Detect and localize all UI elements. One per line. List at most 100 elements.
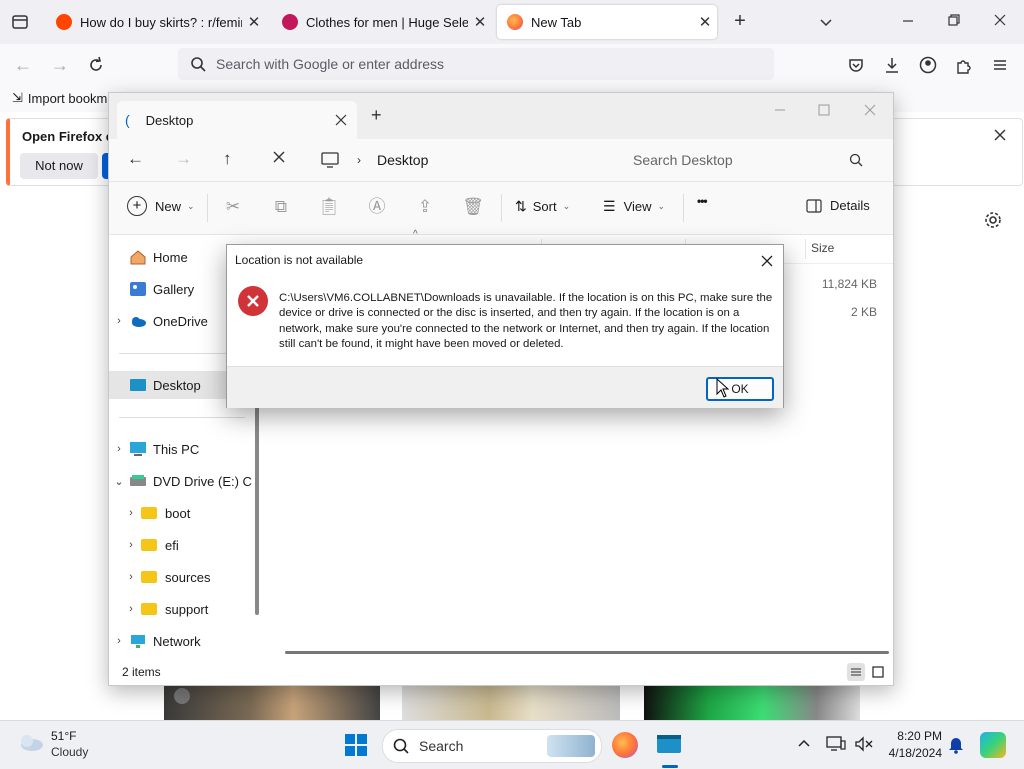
reload-icon[interactable] [86,55,106,75]
up-icon[interactable]: ↑ [223,149,232,169]
url-placeholder: Search with Google or enter address [216,56,445,72]
tab-reddit[interactable]: How do I buy skirts? : r/feminin ✕ [46,5,266,39]
minimize-icon[interactable] [898,10,918,30]
nav-item-boot[interactable]: › boot [109,499,257,527]
cloud-icon [129,313,147,329]
share-icon[interactable]: ⇪ [412,194,438,220]
nav-item-efi[interactable]: › efi [109,531,257,559]
nav-item-sources[interactable]: › sources [109,563,257,591]
breadcrumb-item-desktop[interactable]: Desktop [377,152,428,168]
cut-icon[interactable]: ✂ [220,194,246,220]
windows-start-icon[interactable] [344,733,368,757]
chevron-right-icon[interactable]: › [121,603,141,615]
rename-icon[interactable]: Ⓐ [364,194,390,220]
breadcrumb[interactable]: › Desktop [305,145,605,175]
new-button[interactable]: + New ⌄ [127,196,195,216]
home-icon [129,249,147,265]
clock-date[interactable]: 4/18/2024 [880,746,942,760]
tab-new-tab[interactable]: New Tab ✕ [497,5,717,39]
chevron-right-icon[interactable]: › [109,315,129,327]
thumbnail-menu-icon[interactable] [174,688,190,704]
new-tab-button[interactable]: + [728,10,752,34]
nav-item-this-pc[interactable]: › This PC [109,435,257,463]
new-label: New [155,198,182,214]
explorer-new-tab-button[interactable]: + [371,105,387,125]
settings-gear-icon[interactable] [983,210,1003,230]
account-icon[interactable] [918,55,938,75]
plus-circle-icon: + [127,196,147,216]
volume-muted-icon[interactable] [854,735,874,753]
list-tabs-icon[interactable] [816,12,836,32]
nav-item-dvd-drive[interactable]: ⌄ DVD Drive (E:) C [109,467,257,495]
view-button[interactable]: ☰ View ⌄ [603,198,665,215]
chevron-right-icon[interactable]: › [109,635,129,647]
weather-temperature[interactable]: 51°F [51,729,76,743]
maximize-icon[interactable] [815,101,833,119]
url-bar[interactable]: Search with Google or enter address [178,48,774,80]
minimize-icon[interactable] [771,101,789,119]
error-icon [237,285,269,317]
close-window-icon[interactable] [861,101,879,119]
more-options-button[interactable]: ••• [697,194,708,208]
menu-icon[interactable] [990,55,1010,75]
back-icon[interactable]: ← [14,55,34,75]
clock-time[interactable]: 8:20 PM [880,729,942,743]
cloudy-weather-icon[interactable] [16,731,44,753]
back-icon[interactable]: ← [127,149,144,169]
shop-icon [282,14,298,30]
pocket-icon[interactable] [846,55,866,75]
close-notification-icon[interactable] [992,127,1008,143]
explorer-tab-desktop[interactable]: ( Desktop [117,101,357,139]
details-button[interactable]: Details [806,198,870,213]
forward-icon[interactable]: → [175,149,192,169]
column-header-size[interactable]: Size [811,241,834,255]
forward-icon[interactable]: → [51,55,71,75]
chevron-right-icon[interactable]: › [109,443,129,455]
close-tab-icon[interactable]: ✕ [242,13,266,31]
delete-icon[interactable]: 🗑︎ [460,194,486,220]
details-view-icon[interactable] [847,663,865,681]
firefox-taskbar-icon[interactable] [612,732,638,758]
close-tab-icon[interactable]: ✕ [468,13,492,31]
chevron-right-icon[interactable]: › [121,507,141,519]
dialog-title: Location is not available [235,253,364,267]
paste-icon[interactable]: 📋︎ [316,194,342,220]
weather-description[interactable]: Cloudy [51,745,88,759]
copilot-icon[interactable] [980,732,1006,758]
extensions-icon[interactable] [954,55,974,75]
thumbnail-image[interactable] [402,684,620,720]
tiles-view-icon[interactable] [869,663,887,681]
thumbnail-image[interactable] [644,684,860,720]
file-explorer-taskbar-icon[interactable] [654,729,684,759]
tab-title: How do I buy skirts? : r/feminin [80,14,242,30]
close-window-icon[interactable] [990,10,1010,30]
nav-item-network[interactable]: › Network [109,627,257,655]
horizontal-scrollbar[interactable] [285,651,889,654]
close-tab-icon[interactable] [335,114,347,126]
search-box[interactable]: Search Desktop [609,145,881,175]
notification-bell-icon[interactable] [948,736,964,754]
chevron-down-icon[interactable]: ⌄ [109,475,129,488]
nav-item-support[interactable]: › support [109,595,257,623]
thumbnail-image[interactable] [164,684,380,720]
taskbar-search[interactable]: Search [382,729,602,763]
import-bookmarks-label: Import bookm [27,90,108,106]
explorer-tab-title: Desktop [145,112,194,128]
sort-button[interactable]: ⇅ Sort ⌄ [515,198,570,215]
firefox-view-icon[interactable] [10,12,30,32]
divider [119,417,245,418]
chevron-right-icon[interactable]: › [121,571,141,583]
copy-icon[interactable]: ⧉ [268,194,294,220]
folder-icon [141,601,159,617]
chevron-right-icon[interactable]: › [121,539,141,551]
import-bookmarks-button[interactable]: ⇲ Import bookm [12,90,107,106]
close-tab-icon[interactable]: ✕ [693,13,717,31]
display-icon[interactable] [826,735,846,753]
restore-icon[interactable] [944,10,964,30]
stop-icon[interactable] [271,149,287,165]
downloads-icon[interactable] [882,55,902,75]
tab-clothes[interactable]: Clothes for men | Huge Selectio ✕ [272,5,492,39]
not-now-button[interactable]: Not now [20,153,98,179]
close-dialog-icon[interactable] [759,253,775,269]
chevron-up-icon[interactable] [796,735,812,751]
